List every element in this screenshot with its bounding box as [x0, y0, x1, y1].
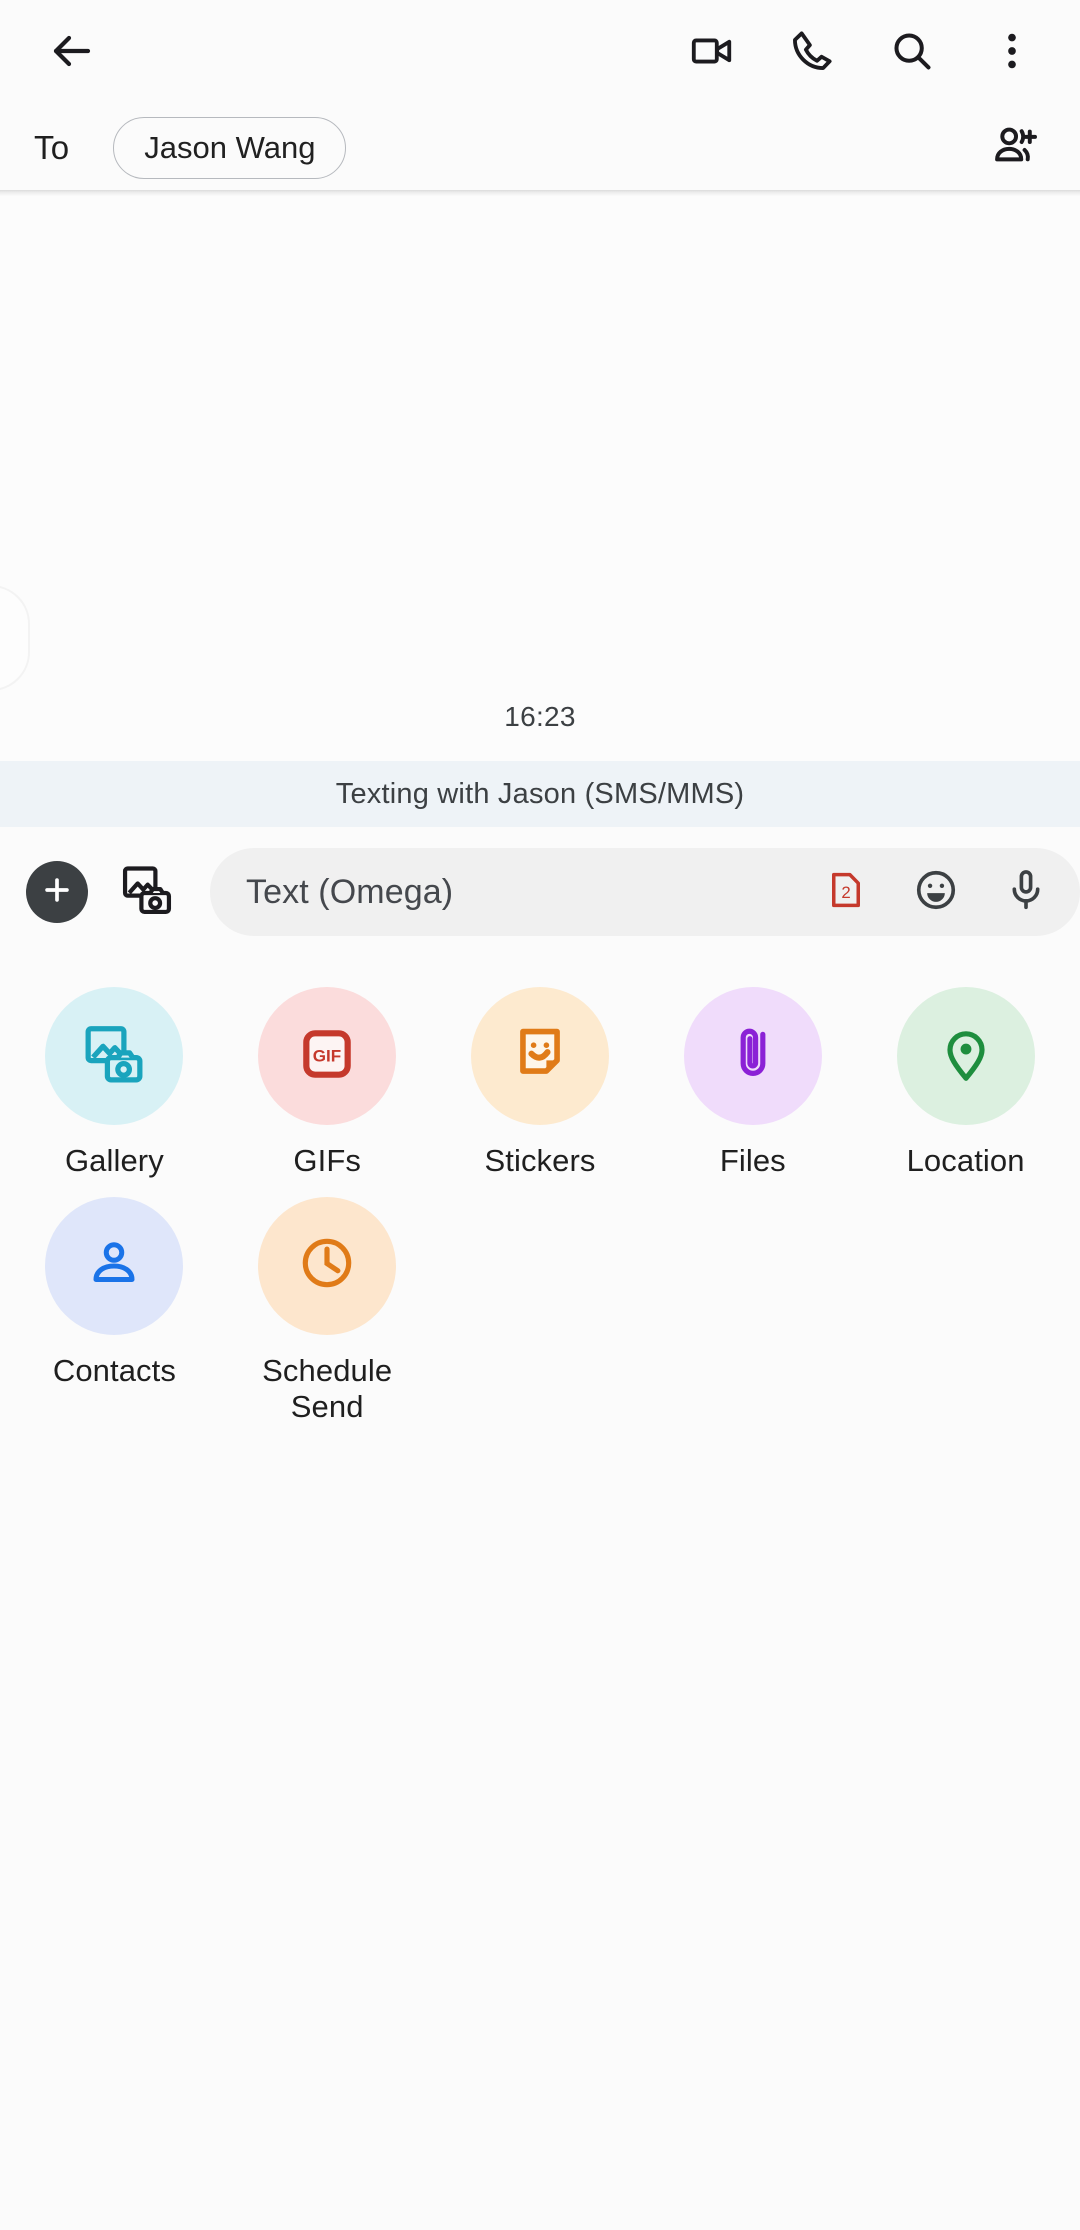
message-input-field[interactable]: Text (Omega) 2	[210, 848, 1080, 936]
attachment-label: Gallery	[64, 1143, 164, 1178]
person-icon	[84, 1233, 144, 1298]
conversation-timestamp: 16:23	[504, 701, 576, 732]
input-actions: 2	[818, 864, 1054, 920]
gallery-camera-icon	[119, 862, 175, 923]
conversation-area[interactable]: 16:23	[0, 196, 1080, 761]
attachment-option-gallery[interactable]: Gallery	[8, 987, 221, 1179]
svg-text:GIF: GIF	[313, 1046, 341, 1065]
recipient-chip-jason-wang[interactable]: Jason Wang	[113, 117, 347, 179]
gallery-camera-icon	[81, 1021, 147, 1092]
location-circle	[896, 987, 1035, 1125]
location-pin-icon	[935, 1023, 997, 1090]
back-button[interactable]	[36, 17, 108, 89]
paperclip-icon	[722, 1023, 784, 1090]
gallery-quick-button[interactable]	[110, 855, 184, 929]
schedule-send-circle	[258, 1196, 397, 1335]
attachment-label: GIFs	[293, 1143, 361, 1178]
sim-card-icon: 2	[825, 869, 867, 916]
to-label: To	[34, 129, 70, 166]
attachment-option-gifs[interactable]: GIF GIFs	[221, 987, 434, 1179]
gallery-circle	[45, 987, 184, 1125]
top-app-bar	[0, 0, 1080, 106]
sms-mms-banner: Texting with Jason (SMS/MMS)	[0, 761, 1080, 827]
attachment-option-files[interactable]: Files	[646, 987, 859, 1179]
attachment-option-contacts[interactable]: Contacts	[8, 1196, 221, 1425]
message-input-placeholder: Text (Omega)	[246, 872, 454, 911]
microphone-icon	[1003, 867, 1049, 918]
emoji-button[interactable]	[908, 864, 964, 920]
gif-icon: GIF	[296, 1023, 358, 1090]
voice-call-button[interactable]	[780, 21, 844, 85]
phone-icon	[789, 28, 835, 79]
search-button[interactable]	[880, 21, 944, 85]
back-arrow-icon	[48, 27, 96, 80]
recipient-row: To Jason Wang	[0, 106, 1080, 190]
files-circle	[683, 987, 822, 1125]
gifs-circle: GIF	[258, 987, 397, 1125]
overflow-menu-button[interactable]	[980, 21, 1044, 85]
attachment-expand-button[interactable]	[26, 861, 88, 923]
emoji-smiley-icon	[913, 867, 959, 918]
attachment-label: Location	[906, 1143, 1025, 1178]
attachment-options-grid: Gallery GIF GIFs Stickers Files Location…	[0, 957, 1080, 1425]
video-camera-icon	[689, 28, 735, 79]
svg-text:2: 2	[841, 883, 850, 902]
attachment-label: Files	[719, 1143, 786, 1178]
sms-mms-banner-text: Texting with Jason (SMS/MMS)	[335, 777, 745, 810]
attachment-option-location[interactable]: Location	[859, 987, 1072, 1179]
voice-record-button[interactable]	[998, 864, 1054, 920]
attachment-label: Contacts	[52, 1352, 176, 1388]
stickers-circle	[470, 987, 609, 1125]
search-icon	[889, 28, 935, 79]
contacts-circle	[45, 1196, 184, 1335]
compose-bar: Text (Omega) 2	[0, 827, 1080, 957]
appbar-actions	[680, 21, 1054, 85]
video-call-button[interactable]	[680, 21, 744, 85]
sim-select-button[interactable]: 2	[818, 864, 874, 920]
plus-icon	[40, 873, 74, 912]
attachment-option-stickers[interactable]: Stickers	[434, 987, 647, 1179]
offscreen-message-bubble	[0, 585, 30, 691]
three-dot-menu-icon	[989, 28, 1035, 79]
person-add-icon	[990, 121, 1040, 176]
clock-icon	[296, 1232, 358, 1299]
bottom-filler	[0, 1424, 1080, 2230]
messages-new-conversation-screen: To Jason Wang 16:23 Texting with Jason (…	[0, 0, 1080, 2230]
sticker-face-icon	[508, 1022, 572, 1091]
attachment-option-schedule-send[interactable]: Schedule Send	[221, 1196, 434, 1425]
add-person-button[interactable]	[980, 113, 1050, 183]
attachment-label: Stickers	[484, 1143, 596, 1178]
attachment-label: Schedule Send	[262, 1352, 393, 1424]
